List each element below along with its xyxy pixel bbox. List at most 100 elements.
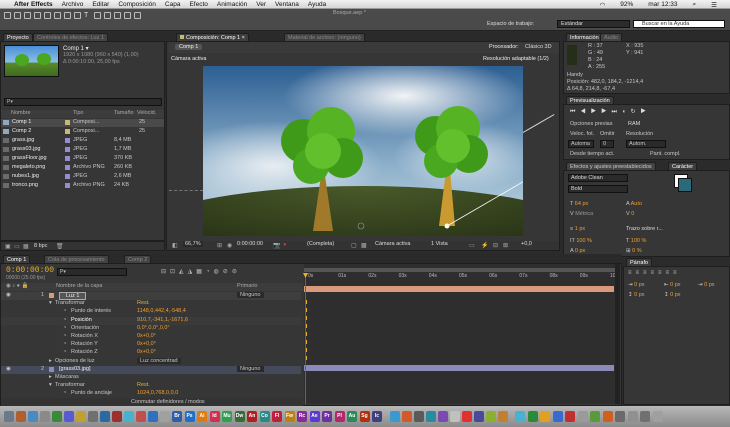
app-menu[interactable]: After Effects <box>14 1 53 8</box>
toggle-pixel-aspect-icon[interactable]: ▭ <box>469 242 475 249</box>
clone-tool-icon[interactable] <box>104 12 111 19</box>
toggle-switches-modes[interactable]: Conmutar definidores / modos <box>131 399 205 405</box>
current-time-indicator[interactable] <box>305 273 306 404</box>
roto-brush-tool-icon[interactable] <box>124 12 131 19</box>
dock-app-icon[interactable] <box>100 411 110 422</box>
renderer-value[interactable]: Clásico 3D <box>525 44 552 50</box>
dock-app-icon[interactable] <box>498 411 508 422</box>
dock-app-au-icon[interactable]: Au <box>347 411 357 422</box>
dock-app-icon[interactable] <box>124 411 134 422</box>
project-item[interactable]: grass03.jpg JPEG 1,7 MB <box>1 146 164 154</box>
property-value[interactable]: 0x+0,0° <box>137 341 156 347</box>
dock-app-icon[interactable] <box>88 411 98 422</box>
mask-tool-icon[interactable] <box>64 12 71 19</box>
reset-link[interactable]: Rest. <box>137 300 150 306</box>
layer2-duration-bar[interactable] <box>304 365 614 371</box>
dock-app-ae-icon[interactable]: Ae <box>309 411 320 422</box>
reset-link[interactable]: Rest. <box>137 382 150 388</box>
dock-app-icon[interactable] <box>52 411 62 422</box>
expand-triangle-icon[interactable]: ▸ <box>49 358 52 364</box>
menu-editar[interactable]: Editar <box>92 1 109 8</box>
dock-app-pl-icon[interactable]: Pl <box>334 411 345 422</box>
space-after-field[interactable]: ↧ 0 px <box>664 292 681 298</box>
dock-app-icon[interactable] <box>474 411 484 422</box>
property-row[interactable]: ◔ Rotación Z 0x+0,0° <box>1 349 301 357</box>
new-comp-icon[interactable]: ▦ <box>23 243 29 250</box>
dock-app-icon[interactable] <box>527 411 538 422</box>
vertical-scale-field[interactable]: IT 100 % <box>570 238 592 244</box>
dock-app-icon[interactable] <box>40 411 50 422</box>
skip-input[interactable]: 0 <box>600 140 614 148</box>
dock-app-icon[interactable] <box>136 411 146 422</box>
project-item[interactable]: tronco.png Archivo PNG 24 KB <box>1 182 164 190</box>
project-item[interactable]: nubes1.jpg JPEG 2,6 MB <box>1 173 164 181</box>
col-rate[interactable]: Velocid. <box>137 110 156 116</box>
property-value[interactable]: 0x+0,0° <box>137 333 156 339</box>
label-color[interactable] <box>65 138 70 143</box>
fast-preview-icon[interactable]: ⚡ <box>481 242 488 249</box>
menu-capa[interactable]: Capa <box>165 1 181 8</box>
stroke-mode-select[interactable]: Trazo sobre r... <box>626 226 663 232</box>
tab-audio[interactable]: Audio <box>600 33 623 41</box>
property-value[interactable]: 0x+0,0° <box>137 349 156 355</box>
dock-app-icon[interactable] <box>160 411 170 422</box>
property-row[interactable]: ◔ Rotación X 0x+0,0° <box>1 333 301 341</box>
label-color[interactable] <box>65 165 70 170</box>
ram-preview-icon[interactable]: ▶ <box>641 109 651 115</box>
grid-icon[interactable]: ⊞ <box>217 242 222 249</box>
light-type-select[interactable]: Luz concentrad <box>137 357 181 364</box>
audio-icon[interactable]: ◖ <box>622 109 631 115</box>
property-value[interactable]: 1148,0,442,4,-548,4 <box>137 308 186 314</box>
font-family-select[interactable]: Adobe Clean <box>568 174 628 182</box>
hand-tool-icon[interactable] <box>14 12 21 19</box>
stopwatch-icon[interactable]: ◔ <box>63 341 66 347</box>
property-value[interactable]: 0,0°,0,0°,0,0° <box>137 325 170 331</box>
pen-tool-icon[interactable] <box>74 12 81 19</box>
help-search-input[interactable]: Buscar en la Ayuda <box>633 20 725 28</box>
camera-view-select[interactable]: Cámara activa <box>375 241 410 247</box>
stopwatch-icon[interactable]: ◔ <box>63 317 66 323</box>
eraser-tool-icon[interactable] <box>114 12 121 19</box>
tab-info[interactable]: Información <box>566 33 603 41</box>
tab-composition[interactable]: Composición: Comp 1 × <box>176 33 249 41</box>
tab-effects-presets[interactable]: Efectos y ajustes preestablecidos <box>566 162 656 170</box>
project-item[interactable]: grassFloor.jpg JPEG 370 KB <box>1 155 164 163</box>
property-row[interactable]: ◔ Orientación 0,0°,0,0°,0,0° <box>1 325 301 333</box>
dock-app-icon[interactable] <box>577 411 588 422</box>
dock-app-icon[interactable] <box>627 411 638 422</box>
dock-app-icon[interactable] <box>602 411 613 422</box>
dock-app-icon[interactable] <box>64 411 74 422</box>
stopwatch-icon[interactable]: ◔ <box>63 308 66 314</box>
resolution-select[interactable]: (Completa) <box>307 241 334 247</box>
timeline-switches[interactable]: ⊟⊡◭◮▦◔◍⊘⊜ <box>161 268 241 275</box>
parent-select[interactable]: Ninguno <box>237 292 264 298</box>
bit-depth[interactable]: 8 bpc <box>34 243 47 249</box>
tracking-field[interactable]: V 0 <box>626 211 634 217</box>
new-folder-icon[interactable]: ▭ <box>14 243 20 250</box>
workspace-select[interactable]: Estándar <box>557 20 630 28</box>
dock-app-icon[interactable] <box>438 411 448 422</box>
col-size[interactable]: Tamaño <box>114 110 134 116</box>
work-area-bar[interactable] <box>304 268 620 272</box>
dock-app-co-icon[interactable]: Co <box>259 411 270 422</box>
stroke-width-field[interactable]: ≡ 1 px <box>570 226 585 232</box>
property-group-row[interactable]: ▾ Transformar Rest. <box>1 382 301 390</box>
trash-icon[interactable]: 🗑 <box>56 243 64 250</box>
dock-app-icon[interactable] <box>590 411 600 422</box>
dock-app-icon[interactable] <box>112 411 122 422</box>
wifi-icon[interactable]: ◠ <box>600 1 606 9</box>
kerning-field[interactable]: V Métrica <box>570 211 593 217</box>
tab-paragraph[interactable]: Párrafo <box>626 258 653 266</box>
dock-app-fw-icon[interactable]: Fw <box>284 411 295 422</box>
visibility-eye-icon[interactable]: ◉ <box>6 292 11 298</box>
dock-app-sg-icon[interactable]: Sg <box>359 411 370 422</box>
light-options-row[interactable]: ▸ Opciones de luz Luz concentrad <box>1 357 301 366</box>
property-row[interactable]: ◔ Rotación Y 0x+0,0° <box>1 341 301 349</box>
project-item[interactable]: grass.jpg JPEG 8,4 MB <box>1 137 164 145</box>
preview-options-select[interactable]: RAM <box>628 121 640 127</box>
col-layer-name[interactable]: Nombre de la capa <box>56 283 102 289</box>
from-current-time-checkbox[interactable]: Desde tiempo act. <box>570 151 614 157</box>
stopwatch-icon[interactable]: ◔ <box>63 390 66 396</box>
property-value[interactable]: 910,7,-341,1,-1671,6 <box>137 317 188 323</box>
property-group-row[interactable]: ▸ Máscaras <box>1 374 301 382</box>
